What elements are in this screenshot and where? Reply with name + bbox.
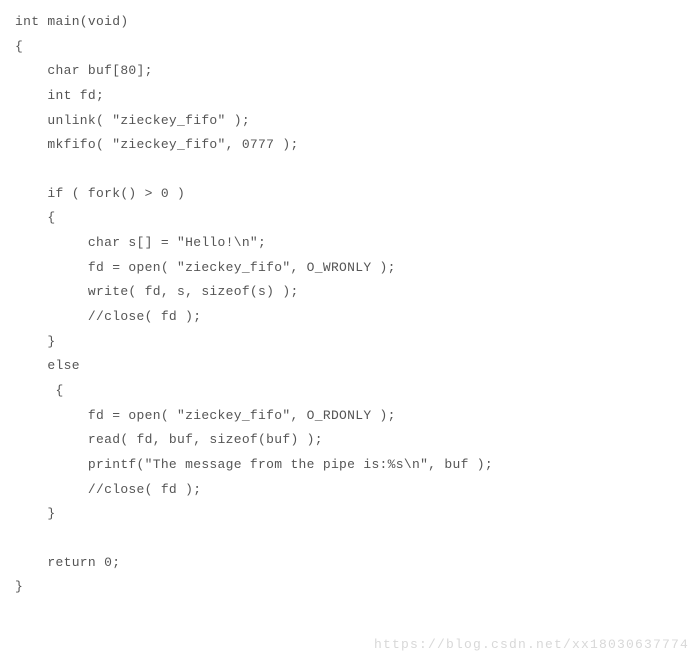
code-line: printf("The message from the pipe is:%s\… [15, 453, 699, 478]
code-line: char s[] = "Hello!\n"; [15, 231, 699, 256]
code-line: { [15, 379, 699, 404]
code-line: return 0; [15, 551, 699, 576]
code-line: int fd; [15, 84, 699, 109]
code-line: char buf[80]; [15, 59, 699, 84]
code-line: fd = open( "zieckey_fifo", O_WRONLY ); [15, 256, 699, 281]
code-line: { [15, 206, 699, 231]
code-line: int main(void) [15, 10, 699, 35]
code-line: { [15, 35, 699, 60]
code-line: } [15, 502, 699, 527]
code-line: else [15, 354, 699, 379]
code-line: write( fd, s, sizeof(s) ); [15, 280, 699, 305]
code-line: if ( fork() > 0 ) [15, 182, 699, 207]
code-line: fd = open( "zieckey_fifo", O_RDONLY ); [15, 404, 699, 429]
code-line: } [15, 330, 699, 355]
code-line [15, 527, 699, 550]
code-line: read( fd, buf, sizeof(buf) ); [15, 428, 699, 453]
code-line [15, 158, 699, 181]
code-line: unlink( "zieckey_fifo" ); [15, 109, 699, 134]
code-line: } [15, 575, 699, 600]
code-line: //close( fd ); [15, 478, 699, 503]
code-line: //close( fd ); [15, 305, 699, 330]
code-block: int main(void) { char buf[80]; int fd; u… [15, 10, 699, 600]
code-line: mkfifo( "zieckey_fifo", 0777 ); [15, 133, 699, 158]
watermark-text: https://blog.csdn.net/xx18030637774 [374, 633, 689, 658]
